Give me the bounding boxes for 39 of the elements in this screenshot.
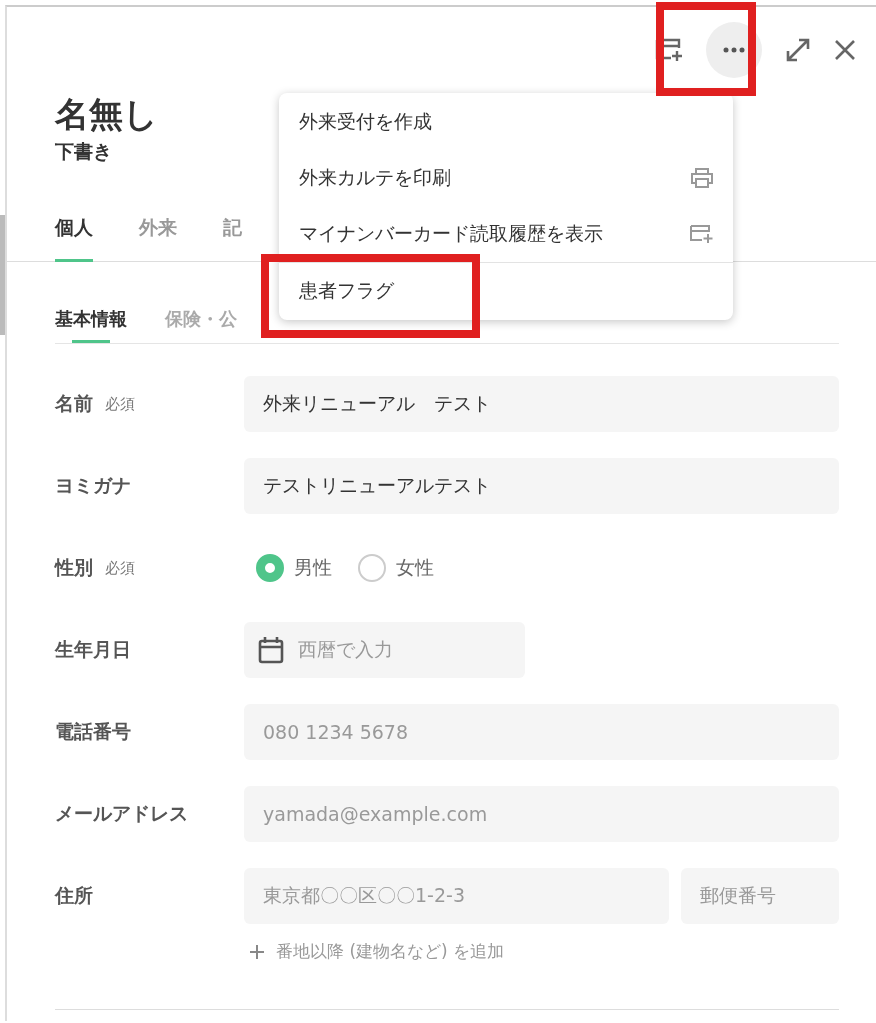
address-field[interactable]: 東京都〇〇区〇〇1-2-3 (244, 868, 669, 924)
subtab[interactable]: 基本情報 (55, 307, 127, 343)
required-label: 必須 (105, 558, 135, 578)
field-label: 電話番号 (55, 719, 131, 744)
postal-code-field[interactable]: 郵便番号 (681, 868, 839, 924)
menu-item[interactable]: 患者フラグ (279, 263, 733, 319)
field-label: 性別 (55, 555, 93, 580)
tab[interactable]: 外来 (139, 215, 177, 262)
menu-item[interactable]: マイナンバーカード読取履歴を表示 (279, 206, 733, 262)
field-label: メールアドレス (55, 801, 188, 826)
menu-item[interactable]: 外来カルテを印刷 (279, 150, 733, 206)
patient-name: 名無し (55, 93, 158, 135)
radio-button[interactable] (358, 554, 386, 582)
card-add-icon (689, 224, 713, 244)
radio-label: 男性 (294, 555, 332, 580)
radio-button[interactable] (256, 554, 284, 582)
more-icon (723, 47, 745, 53)
subtab[interactable]: 保険・公 (165, 307, 237, 343)
menu-item[interactable]: 外来受付を作成 (279, 94, 733, 150)
input-field[interactable]: テストリニューアルテスト (244, 458, 839, 514)
input-field[interactable]: yamada@example.com (244, 786, 839, 842)
tab[interactable]: 個人 (55, 215, 93, 262)
required-label: 必須 (105, 394, 135, 414)
field-label: 住所 (55, 883, 93, 908)
close-icon[interactable] (834, 39, 856, 61)
tab[interactable]: 記 (223, 215, 242, 262)
expand-icon[interactable] (784, 36, 812, 64)
radio-label: 女性 (396, 555, 434, 580)
field-label: ヨミガナ (55, 473, 131, 498)
printer-icon (691, 168, 713, 188)
field-label: 生年月日 (55, 637, 131, 662)
add-address-link[interactable]: 番地以降 (建物名など) を追加 (276, 940, 505, 963)
date-field[interactable]: 西暦で入力 (244, 622, 525, 678)
input-field[interactable]: 外来リニューアル テスト (244, 376, 839, 432)
status-label: 下書き (55, 139, 112, 164)
input-field[interactable]: 080 1234 5678 (244, 704, 839, 760)
plus-icon[interactable] (250, 944, 264, 959)
field-label: 名前 (55, 391, 93, 416)
calendar-icon (258, 636, 284, 664)
